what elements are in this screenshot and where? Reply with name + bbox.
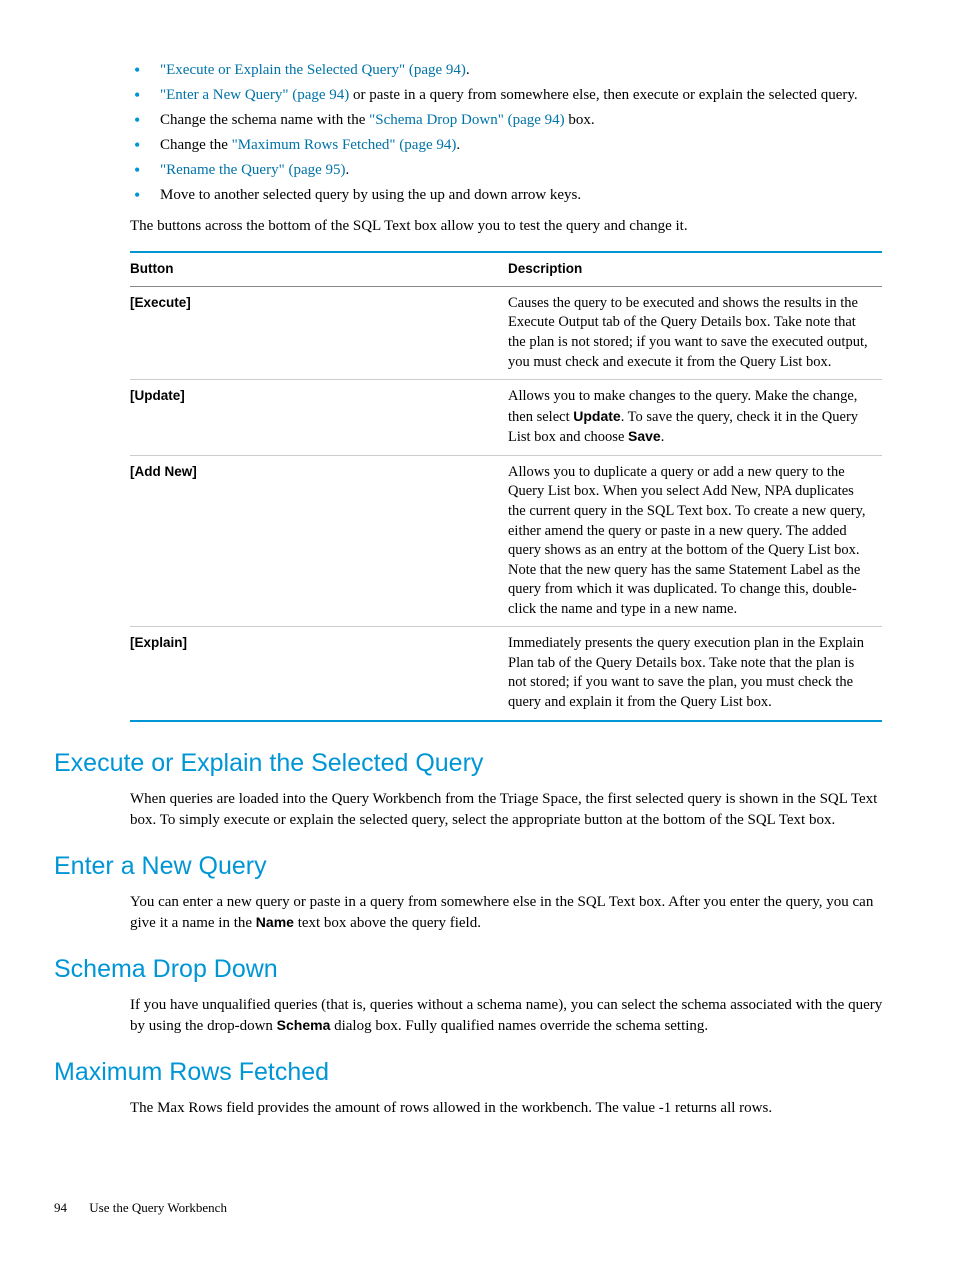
table-body: [Execute]Causes the query to be executed…: [130, 286, 882, 720]
button-name-cell: [Explain]: [130, 627, 508, 721]
section-heading: Execute or Explain the Selected Query: [54, 746, 884, 781]
section-paragraph: You can enter a new query or paste in a …: [130, 892, 884, 934]
section-paragraph: If you have unqualified queries (that is…: [130, 995, 884, 1037]
description-cell: Causes the query to be executed and show…: [508, 286, 882, 379]
section-paragraph: When queries are loaded into the Query W…: [130, 789, 884, 831]
table-row: [Explain]Immediately presents the query …: [130, 627, 882, 721]
page-footer: 94 Use the Query Workbench: [54, 1199, 884, 1217]
bullet-item: Move to another selected query by using …: [130, 185, 884, 206]
bullet-item: "Execute or Explain the Selected Query" …: [130, 60, 884, 81]
cross-ref-link[interactable]: "Execute or Explain the Selected Query" …: [160, 62, 466, 78]
table-row: [Execute]Causes the query to be executed…: [130, 286, 882, 379]
description-cell: Immediately presents the query execution…: [508, 627, 882, 721]
chapter-title: Use the Query Workbench: [89, 1200, 227, 1215]
bullet-item: Change the "Maximum Rows Fetched" (page …: [130, 135, 884, 156]
bold-term: Name: [256, 914, 294, 930]
table-header-button: Button: [130, 252, 508, 286]
table-header-description: Description: [508, 252, 882, 286]
bullet-item: Change the schema name with the "Schema …: [130, 110, 884, 131]
buttons-table: Button Description [Execute]Causes the q…: [130, 251, 882, 722]
bullet-item: "Rename the Query" (page 95).: [130, 160, 884, 181]
bold-term: Update: [573, 408, 620, 424]
button-name-cell: [Update]: [130, 380, 508, 456]
description-cell: Allows you to duplicate a query or add a…: [508, 455, 882, 627]
cross-ref-link[interactable]: "Rename the Query" (page 95): [160, 162, 346, 178]
intro-after-bullets: The buttons across the bottom of the SQL…: [130, 216, 884, 237]
description-cell: Allows you to make changes to the query.…: [508, 380, 882, 456]
table-row: [Add New]Allows you to duplicate a query…: [130, 455, 882, 627]
bullet-item: "Enter a New Query" (page 94) or paste i…: [130, 85, 884, 106]
bullet-list: "Execute or Explain the Selected Query" …: [54, 60, 884, 206]
section-heading: Schema Drop Down: [54, 952, 884, 987]
button-name-cell: [Execute]: [130, 286, 508, 379]
sections-container: Execute or Explain the Selected Query Whe…: [54, 746, 884, 1119]
cross-ref-link[interactable]: "Maximum Rows Fetched" (page 94): [232, 137, 457, 153]
cross-ref-link[interactable]: "Enter a New Query" (page 94): [160, 87, 349, 103]
section-heading: Enter a New Query: [54, 849, 884, 884]
cross-ref-link[interactable]: "Schema Drop Down" (page 94): [369, 112, 565, 128]
button-name-cell: [Add New]: [130, 455, 508, 627]
bold-term: Save: [628, 428, 661, 444]
bold-term: Schema: [277, 1017, 331, 1033]
table-row: [Update]Allows you to make changes to th…: [130, 380, 882, 456]
section-paragraph: The Max Rows field provides the amount o…: [130, 1098, 884, 1119]
page-number: 94: [54, 1199, 86, 1217]
section-heading: Maximum Rows Fetched: [54, 1055, 884, 1090]
